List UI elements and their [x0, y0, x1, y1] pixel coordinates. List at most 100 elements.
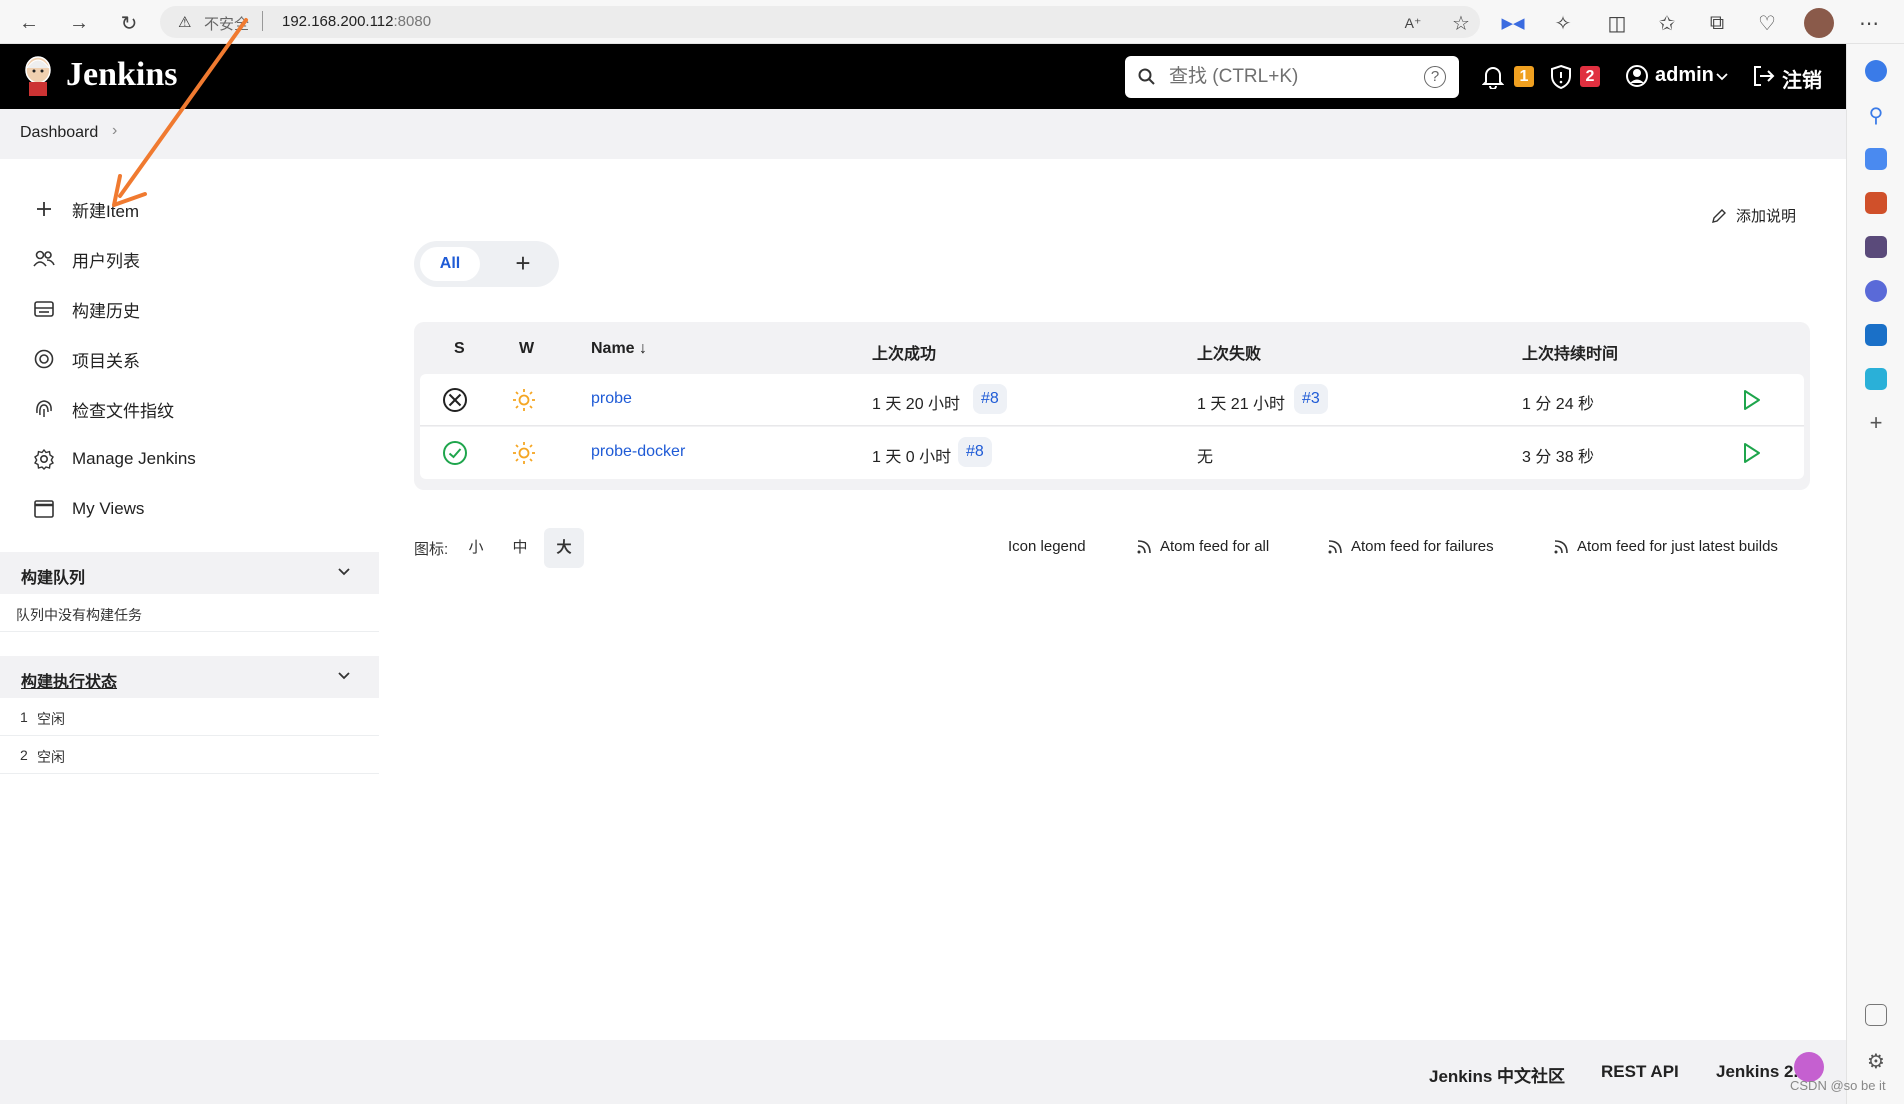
build-link[interactable]: #3: [1294, 384, 1328, 414]
last-duration: 3 分 38 秒: [1522, 449, 1595, 466]
profile-avatar[interactable]: [1804, 8, 1834, 38]
job-link[interactable]: probe: [591, 390, 632, 408]
rss-icon: [1137, 539, 1151, 553]
footer-community-link[interactable]: Jenkins 中文社区: [1429, 1062, 1565, 1087]
task-new-item[interactable]: 新建Item: [30, 189, 139, 229]
search-icon[interactable]: ⚲: [1865, 104, 1887, 127]
breadcrumb-dashboard[interactable]: Dashboard: [20, 124, 98, 142]
tag-icon[interactable]: [1865, 148, 1887, 170]
bell-icon[interactable]: [1482, 65, 1504, 89]
icon-size-medium[interactable]: 中: [500, 528, 540, 568]
search-box[interactable]: ?: [1125, 56, 1459, 98]
back-icon[interactable]: ←: [16, 10, 42, 36]
icon-size-label: 图标:: [414, 541, 449, 558]
address-bar[interactable]: ⚠ 不安全 192.168.200.112:8080: [160, 6, 1480, 38]
screenshot-icon[interactable]: [1865, 1004, 1887, 1026]
build-link[interactable]: #8: [973, 384, 1007, 414]
fingerprint-icon: [30, 395, 58, 423]
url-text: 192.168.200.112:8080: [282, 13, 431, 30]
column-status[interactable]: S: [454, 340, 465, 358]
health-icon[interactable]: ♡: [1754, 10, 1780, 36]
task-label: 项目关系: [72, 351, 140, 371]
shield-icon[interactable]: [1550, 64, 1572, 90]
footer-version-link[interactable]: Jenkins 2.: [1716, 1062, 1798, 1082]
feed-latest-label: Atom feed for just latest builds: [1577, 538, 1778, 555]
split-icon[interactable]: ▶◀: [1500, 10, 1526, 36]
build-queue-header[interactable]: 构建队列: [0, 552, 379, 594]
executor-status: 空闲: [37, 749, 65, 765]
extensions-icon[interactable]: ✧: [1550, 10, 1576, 36]
feed-all-label: Atom feed for all: [1160, 538, 1270, 555]
column-last-duration[interactable]: 上次持续时间: [1522, 340, 1618, 364]
watermark: CSDN @so be it: [1790, 1078, 1886, 1093]
chevron-right-icon[interactable]: ›: [112, 122, 117, 140]
column-weather[interactable]: W: [519, 340, 534, 358]
collections-icon[interactable]: ⧉: [1704, 10, 1730, 36]
security-badge[interactable]: 2: [1580, 66, 1600, 87]
warning-icon: ⚠: [178, 14, 192, 31]
build-link[interactable]: #8: [958, 437, 992, 467]
icon-legend-link[interactable]: Icon legend: [1008, 538, 1086, 555]
chevron-down-icon[interactable]: [1716, 72, 1728, 82]
logout-link[interactable]: 注销: [1782, 64, 1822, 93]
chess-icon[interactable]: [1865, 236, 1887, 258]
column-last-failure[interactable]: 上次失败: [1197, 340, 1261, 364]
column-name[interactable]: Name ↓: [591, 340, 647, 358]
executors-header[interactable]: 构建执行状态: [0, 656, 379, 698]
sunny-weather-icon: [513, 442, 535, 464]
task-build-history[interactable]: 构建历史: [30, 289, 140, 329]
chevron-down-icon[interactable]: [336, 564, 352, 580]
build-now-icon[interactable]: [1742, 442, 1762, 464]
add-description-link[interactable]: 添加说明: [1710, 205, 1796, 226]
task-relations[interactable]: 项目关系: [30, 339, 140, 379]
feed-failures-link[interactable]: Atom feed for failures: [1327, 538, 1494, 555]
logout-icon[interactable]: [1752, 65, 1776, 87]
more-icon[interactable]: ⋯: [1856, 10, 1882, 36]
footer: Jenkins 中文社区 REST API Jenkins 2.: [0, 1040, 1846, 1104]
app-title[interactable]: Jenkins: [66, 56, 178, 94]
favorites-icon[interactable]: ✩: [1654, 10, 1680, 36]
send-icon[interactable]: [1865, 368, 1887, 390]
add-view-button[interactable]: +: [506, 247, 540, 281]
task-manage-jenkins[interactable]: Manage Jenkins: [30, 439, 196, 479]
job-link[interactable]: probe-docker: [591, 443, 685, 461]
split-screen-icon[interactable]: ◫: [1604, 10, 1630, 36]
user-icon[interactable]: [1625, 64, 1649, 88]
empty-message: 队列中没有构建任务: [16, 607, 142, 623]
add-icon[interactable]: +: [1865, 410, 1887, 435]
tab-all[interactable]: All: [420, 247, 480, 281]
legend-bar: 图标: 小 中 大 Icon legend Atom feed for all …: [414, 528, 1810, 568]
footer-rest-api-link[interactable]: REST API: [1601, 1062, 1679, 1082]
executors-title[interactable]: 构建执行状态: [21, 668, 117, 692]
user-menu[interactable]: admin: [1655, 64, 1714, 87]
read-aloud-icon[interactable]: A⁺: [1400, 10, 1426, 36]
last-duration: 1 分 24 秒: [1522, 396, 1595, 413]
jenkins-logo[interactable]: [20, 54, 56, 98]
chevron-down-icon[interactable]: [336, 668, 352, 684]
icon-size-large[interactable]: 大: [544, 528, 584, 568]
search-input[interactable]: [1169, 64, 1409, 90]
task-fingerprint[interactable]: 检查文件指纹: [30, 389, 174, 429]
feed-latest-link[interactable]: Atom feed for just latest builds: [1553, 538, 1778, 555]
executor-row: 1 空闲: [0, 698, 379, 736]
column-last-success[interactable]: 上次成功: [872, 340, 936, 364]
bell-icon[interactable]: [1865, 60, 1887, 82]
build-now-icon[interactable]: [1742, 389, 1762, 411]
office-icon[interactable]: [1865, 280, 1887, 302]
breadcrumb: Dashboard ›: [0, 109, 1846, 159]
forward-icon[interactable]: →: [66, 10, 92, 36]
browser-toolbar: ← → ↻ ⚠ 不安全 192.168.200.112:8080 A⁺ ☆ ▶◀…: [0, 0, 1904, 44]
job-table: S W Name ↓ 上次成功 上次失败 上次持续时间 probe 1 天 20…: [414, 322, 1810, 490]
executor-status: 空闲: [37, 711, 65, 727]
reload-icon[interactable]: ↻: [116, 10, 142, 36]
favorite-star-icon[interactable]: ☆: [1448, 10, 1474, 36]
settings-icon[interactable]: ⚙: [1865, 1050, 1887, 1073]
icon-size-small[interactable]: 小: [456, 528, 496, 568]
outlook-icon[interactable]: [1865, 324, 1887, 346]
help-icon[interactable]: ?: [1424, 66, 1446, 88]
briefcase-icon[interactable]: [1865, 192, 1887, 214]
feed-all-link[interactable]: Atom feed for all: [1136, 538, 1269, 555]
notifications-badge[interactable]: 1: [1514, 66, 1534, 87]
task-people[interactable]: 用户列表: [30, 239, 140, 279]
task-my-views[interactable]: My Views: [30, 489, 144, 529]
